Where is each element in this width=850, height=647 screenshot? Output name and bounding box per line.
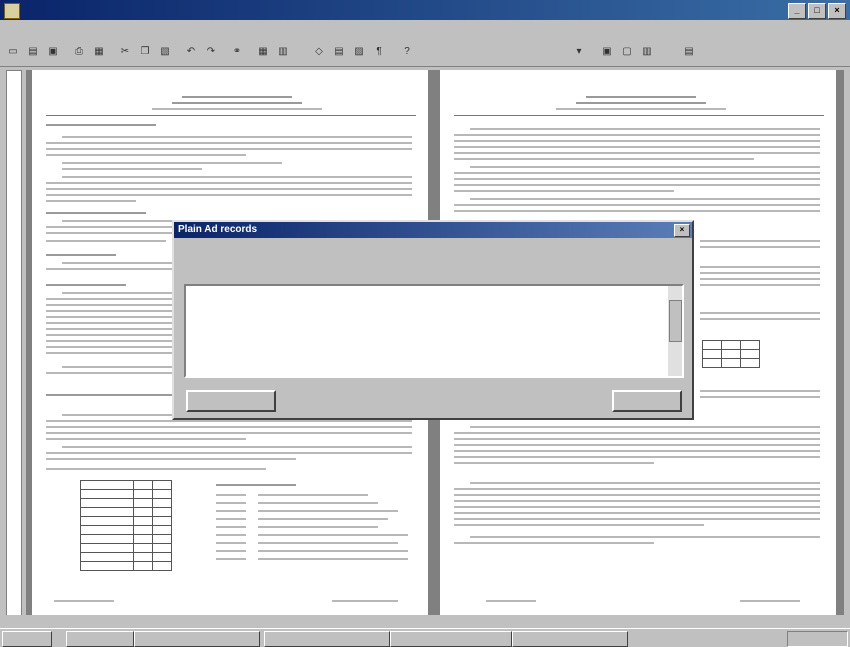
close-button[interactable]: × [828,3,846,19]
records-dialog[interactable]: Plain Ad records × [172,220,694,420]
vertical-ruler [6,70,22,617]
print-icon[interactable]: ⎙ [70,43,88,61]
dialog-title: Plain Ad records [178,224,258,235]
system-tray-clock[interactable] [787,631,848,647]
chart-icon[interactable]: ▨ [350,43,368,61]
drawing-icon[interactable]: ◇ [310,43,328,61]
preview-icon[interactable]: ▦ [90,43,108,61]
list-item[interactable] [186,360,668,372]
new-doc-icon[interactable]: ▭ [4,43,22,61]
taskbar-item[interactable] [134,631,260,647]
copy-icon[interactable]: ❐ [136,43,154,61]
scrollbar-thumb[interactable] [669,300,682,342]
dialog-title-bar[interactable]: Plain Ad records × [174,222,692,238]
taskbar-item[interactable] [66,631,134,647]
paste-icon[interactable]: ▧ [156,43,174,61]
toolbar: ▭ ▤ ▣ ⎙ ▦ ✂ ❐ ▧ ↶ ↷ ⚭ ▦ ▥ ◇ ▤ ▨ ¶ ? ▾ ▣ … [0,40,850,102]
cut-icon[interactable]: ✂ [116,43,134,61]
list-item[interactable] [186,300,668,312]
list-item[interactable] [186,336,668,348]
document-table-small [702,340,760,368]
list-item[interactable] [186,324,668,336]
start-button[interactable] [2,631,52,647]
options-icon[interactable]: ▤ [680,43,698,61]
zoom-dropdown-icon[interactable]: ▾ [570,43,588,61]
records-list[interactable] [184,284,684,378]
list-column-headers [184,266,678,280]
status-bar [0,615,850,627]
show-hide-icon[interactable]: ¶ [370,43,388,61]
app-icon[interactable] [4,3,20,19]
menu-bar [0,20,850,40]
link-icon[interactable]: ⚭ [228,43,246,61]
dialog-left-button[interactable] [186,390,276,412]
taskbar [0,628,850,647]
dialog-close-button[interactable]: × [674,224,690,237]
document-table [80,480,172,571]
list-item[interactable] [186,312,668,324]
window-title-bar[interactable]: _ □ × [0,0,850,20]
list-item[interactable] [186,348,668,360]
taskbar-item[interactable] [512,631,628,647]
list-scrollbar[interactable] [668,286,682,376]
redo-icon[interactable]: ↷ [202,43,220,61]
list-item[interactable] [186,288,668,300]
maximize-button[interactable]: □ [808,3,826,19]
open-icon[interactable]: ▤ [24,43,42,61]
dialog-ok-button[interactable] [612,390,682,412]
dialog-filter [186,248,194,258]
table-icon[interactable]: ▦ [254,43,272,61]
undo-icon[interactable]: ↶ [182,43,200,61]
columns-icon[interactable]: ▥ [274,43,292,61]
taskbar-item[interactable] [390,631,512,647]
view-icon[interactable]: ▣ [598,43,616,61]
frame-icon[interactable]: ▢ [618,43,636,61]
minimize-button[interactable]: _ [788,3,806,19]
format-icon[interactable]: ▥ [638,43,656,61]
map-icon[interactable]: ▤ [330,43,348,61]
save-icon[interactable]: ▣ [44,43,62,61]
taskbar-item[interactable] [264,631,390,647]
help-icon[interactable]: ? [398,43,416,61]
